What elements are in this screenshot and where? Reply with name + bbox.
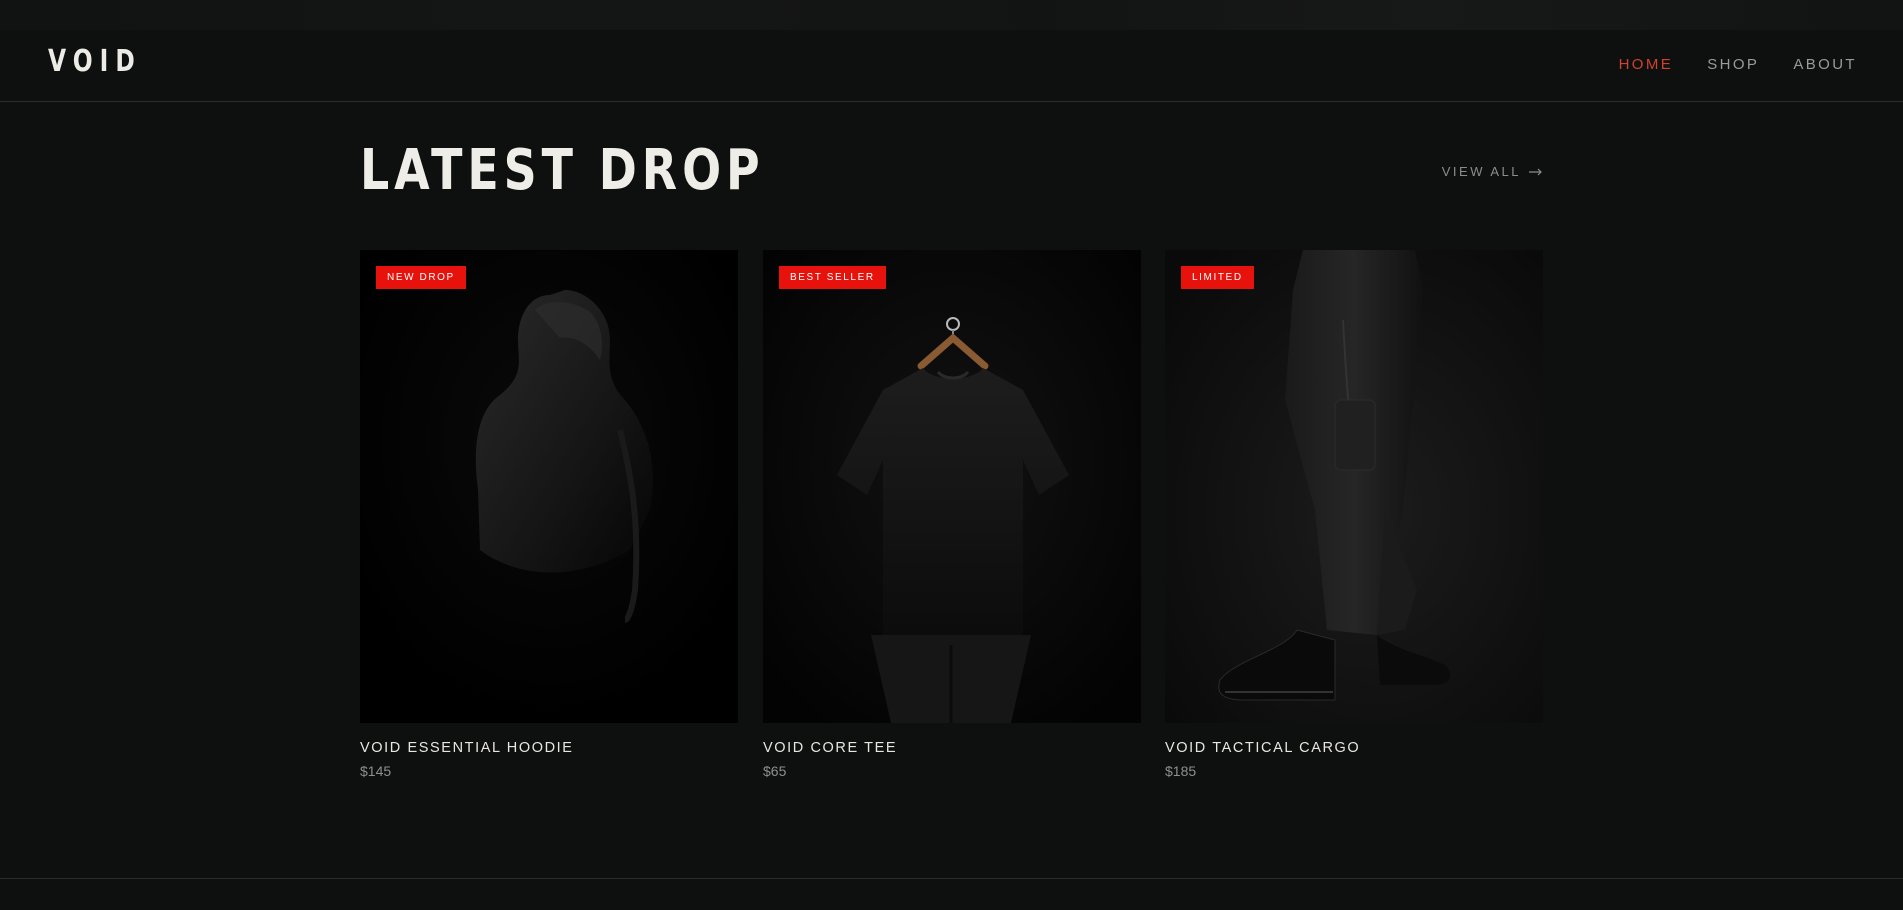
cargo-pants-boots-photo <box>1165 250 1543 723</box>
product-badge: NEW DROP <box>376 266 466 289</box>
product-image-cargo[interactable]: LIMITED <box>1165 250 1543 723</box>
nav-home-link[interactable]: HOME <box>1619 56 1674 73</box>
view-all-link[interactable]: VIEW ALL <box>1442 164 1543 179</box>
nav-about-link[interactable]: ABOUT <box>1793 56 1857 73</box>
hooded-figure-photo <box>360 250 738 723</box>
product-price: $65 <box>763 763 787 779</box>
footer-divider <box>0 878 1903 879</box>
product-price: $185 <box>1165 763 1197 779</box>
product-name[interactable]: VOID ESSENTIAL HOODIE <box>360 740 738 756</box>
site-header: VOID HOME SHOP ABOUT <box>0 0 1903 102</box>
product-price: $145 <box>360 763 392 779</box>
main-nav: HOME SHOP ABOUT <box>1619 56 1857 73</box>
product-name[interactable]: VOID CORE TEE <box>763 740 1141 756</box>
product-image-tee[interactable]: BEST SELLER <box>763 250 1141 723</box>
arrow-right-icon <box>1529 168 1543 176</box>
view-all-label: VIEW ALL <box>1441 164 1521 179</box>
black-tee-on-hanger-photo <box>763 250 1141 723</box>
product-card[interactable]: BEST SELLER VOID CORE TEE $65 <box>763 250 1141 779</box>
product-card[interactable]: NEW DROP VOID ESSENTIAL HOODIE $145 <box>360 250 738 779</box>
product-image-hoodie[interactable]: NEW DROP <box>360 250 738 723</box>
product-card[interactable]: LIMITED VOID TACTICAL CARGO $185 <box>1165 250 1543 779</box>
product-name[interactable]: VOID TACTICAL CARGO <box>1165 740 1543 756</box>
product-badge: BEST SELLER <box>779 266 886 289</box>
product-badge: LIMITED <box>1181 266 1254 289</box>
brand-logo[interactable]: VOID <box>48 44 142 79</box>
section-title: LATEST DROP <box>360 138 765 203</box>
nav-shop-link[interactable]: SHOP <box>1707 56 1759 73</box>
